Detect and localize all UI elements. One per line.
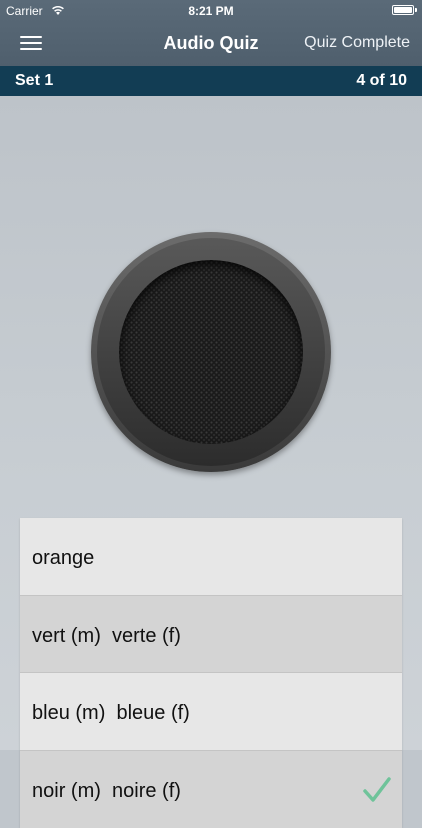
set-label: Set 1	[15, 66, 53, 96]
answer-text: orange	[32, 546, 94, 570]
answer-text: bleu (m) bleue (f)	[32, 701, 190, 725]
question-progress: 4 of 10	[356, 66, 407, 96]
answer-text: noir (m) noire (f)	[32, 779, 181, 803]
speaker-grille	[119, 260, 303, 444]
status-time: 8:21 PM	[0, 4, 422, 18]
answer-option-1[interactable]: orange	[20, 518, 402, 596]
answer-option-3[interactable]: bleu (m) bleue (f)	[20, 673, 402, 751]
answer-option-4[interactable]: noir (m) noire (f)	[20, 751, 402, 828]
checkmark-icon	[362, 775, 392, 805]
answer-list: orange vert (m) verte (f) bleu (m) bleue…	[20, 518, 402, 828]
top-bar: Carrier 8:21 PM Audio Quiz Quiz Complete	[0, 0, 422, 66]
speaker-icon[interactable]	[91, 232, 331, 472]
speaker-ring	[97, 238, 325, 466]
quiz-content: orange vert (m) verte (f) bleu (m) bleue…	[0, 96, 422, 750]
battery-icon	[392, 5, 414, 15]
answer-option-2[interactable]: vert (m) verte (f)	[20, 596, 402, 674]
answer-text: vert (m) verte (f)	[32, 624, 181, 648]
set-bar: Set 1 4 of 10	[0, 66, 422, 96]
quiz-complete-button[interactable]: Quiz Complete	[304, 32, 410, 54]
page-title: Audio Quiz	[130, 32, 292, 54]
status-bar: Carrier 8:21 PM	[0, 0, 422, 22]
battery-tip	[415, 8, 417, 12]
hamburger-menu-icon[interactable]	[18, 32, 46, 54]
